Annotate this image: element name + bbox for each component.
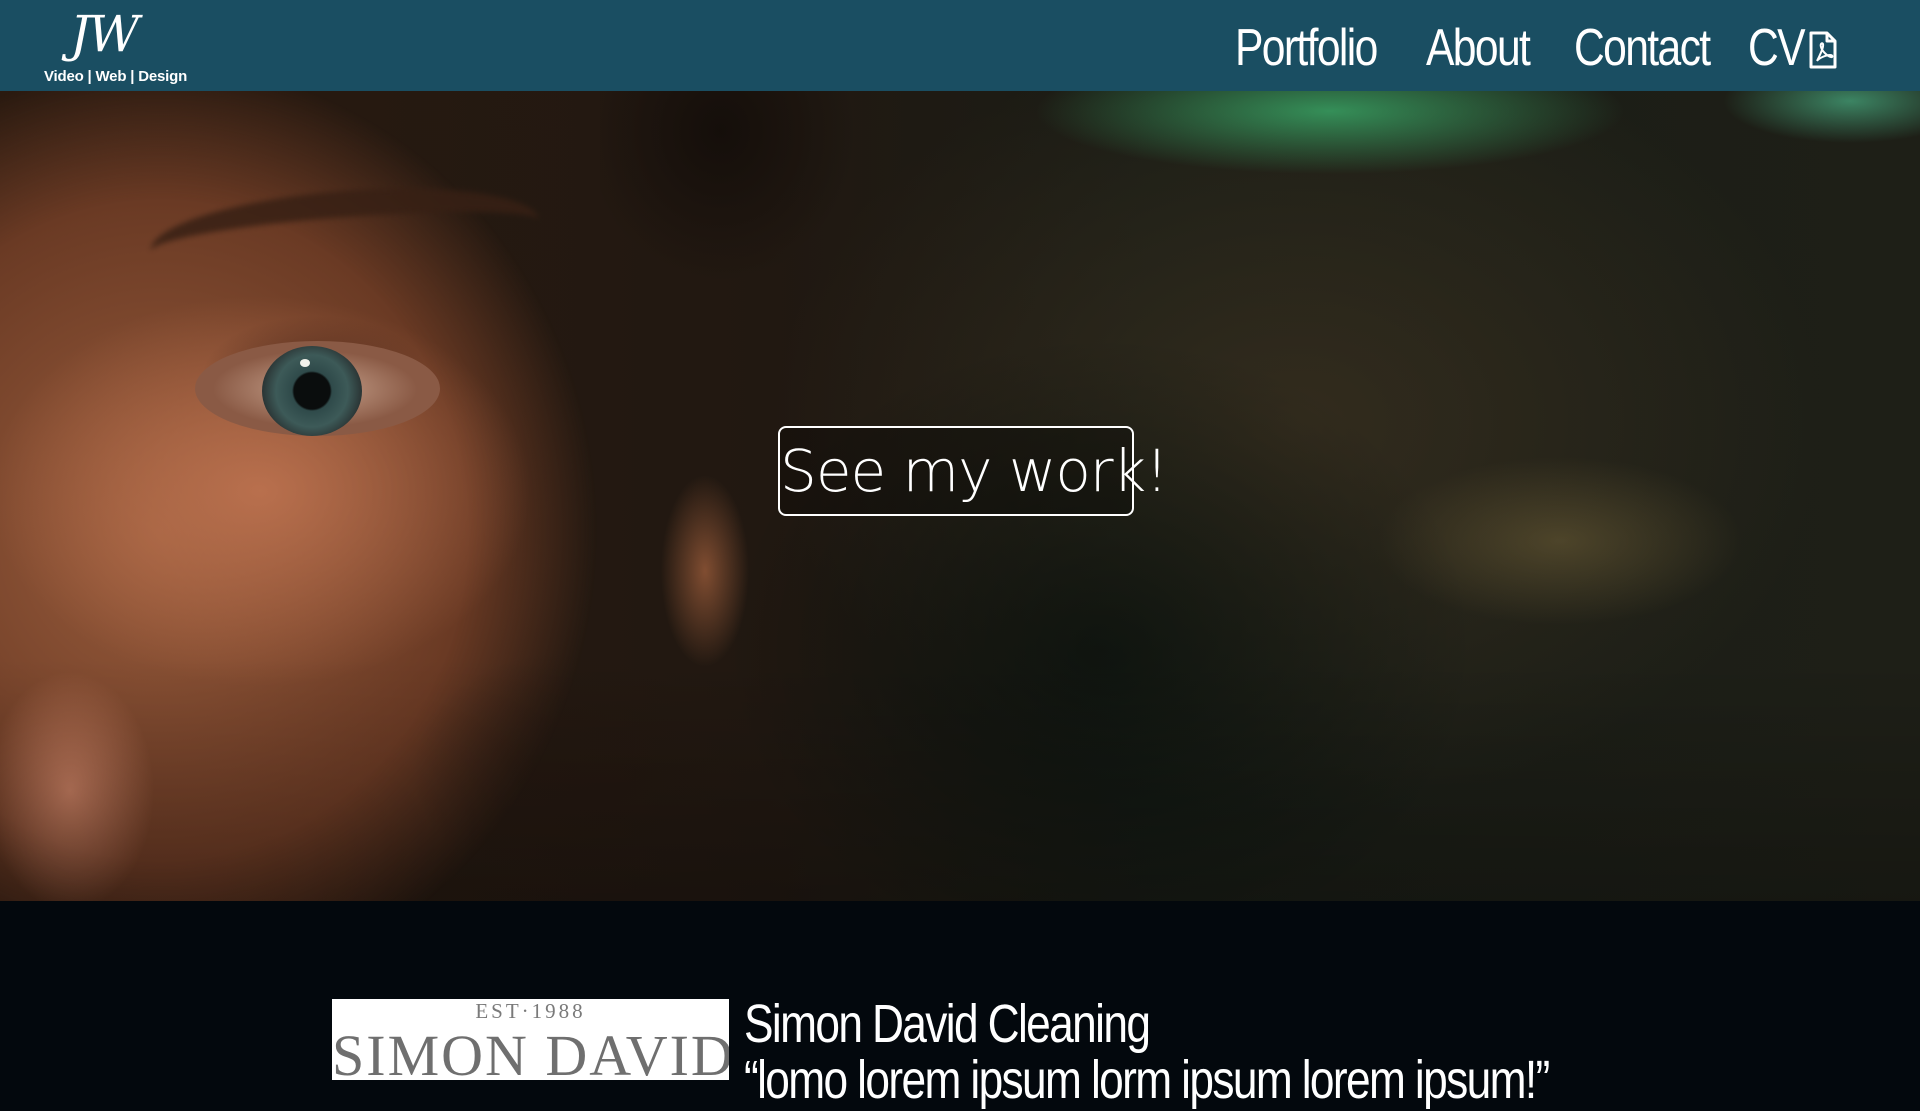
see-my-work-button[interactable]: See my work! [778, 426, 1169, 516]
site-header: JW Video | Web | Design Portfolio About … [0, 0, 1920, 91]
logo-tagline: Video | Web | Design [44, 68, 188, 85]
project-quote: “lomo lorem ipsum lorm ipsum lorem ipsum… [744, 1050, 1550, 1110]
nav-about[interactable]: About [1426, 16, 1531, 80]
pdf-file-icon[interactable] [1808, 31, 1838, 69]
site-logo[interactable]: JW Video | Web | Design [44, 6, 194, 88]
project-thumbnail[interactable]: EST·1988 SIMON DAVID [332, 999, 729, 1080]
project-title[interactable]: Simon David Cleaning [744, 993, 1151, 1055]
nav-cv[interactable]: CV [1748, 16, 1806, 80]
project-thumbnail-name: SIMON DAVID [332, 1023, 729, 1080]
portfolio-section: EST·1988 SIMON DAVID Simon David Cleanin… [0, 901, 1920, 1110]
nav-portfolio[interactable]: Portfolio [1235, 16, 1378, 80]
nav-contact[interactable]: Contact [1574, 16, 1711, 80]
logo-monogram: JW [70, 5, 139, 63]
project-thumbnail-est: EST·1988 [475, 999, 586, 1023]
hero-section: See my work! [0, 91, 1920, 901]
